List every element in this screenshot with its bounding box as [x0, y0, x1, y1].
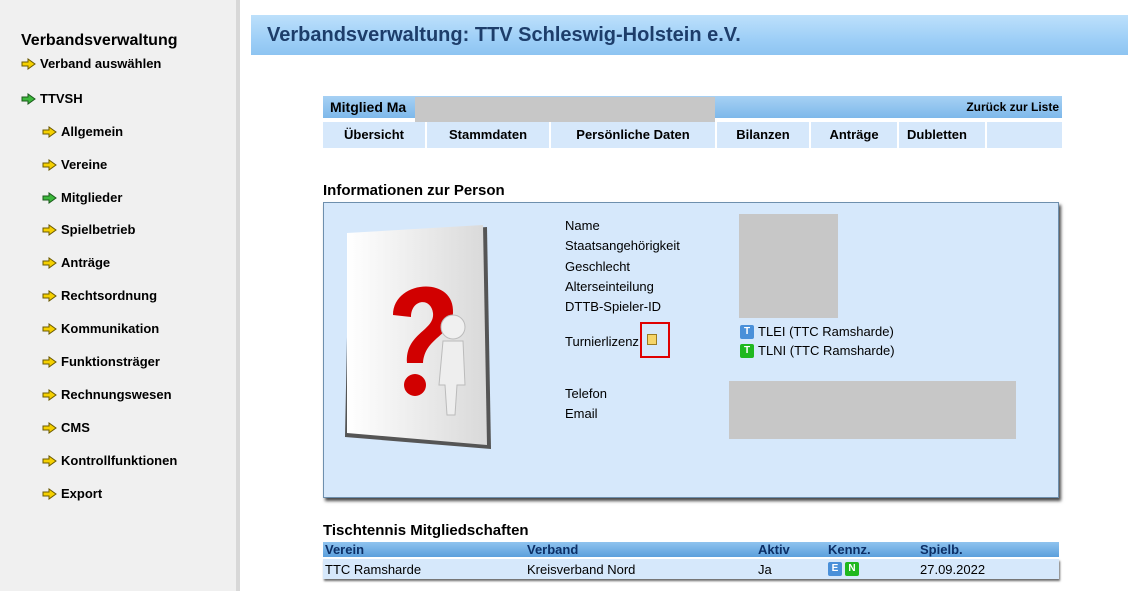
- tab-bilanzen[interactable]: Bilanzen: [717, 122, 811, 148]
- sidebar-item-allgemein[interactable]: Allgemein: [42, 124, 123, 139]
- sidebar: Verbandsverwaltung Verband auswählen TTV…: [0, 0, 240, 591]
- arrow-right-icon: [42, 256, 57, 269]
- tab-stammdaten[interactable]: Stammdaten: [427, 122, 551, 148]
- sidebar-title: Verbandsverwaltung: [21, 32, 178, 49]
- kennz-n-icon: N: [845, 562, 859, 576]
- sidebar-item-label: Funktionsträger: [61, 354, 160, 369]
- arrow-right-icon: [21, 57, 36, 70]
- license-badge-icon: T: [740, 324, 754, 339]
- license-entry: T TLEI (TTC Ramsharde): [740, 324, 894, 339]
- cell-spielb: 27.09.2022: [920, 562, 986, 577]
- memberships-section-title: Tischtennis Mitgliedschaften: [323, 522, 529, 539]
- column-header-kennz[interactable]: Kennz.: [828, 542, 871, 557]
- sidebar-item-ttvsh[interactable]: TTVSH: [21, 91, 83, 106]
- tab-dubletten[interactable]: Dubletten: [899, 122, 987, 148]
- label-name: Name: [565, 218, 600, 233]
- placeholder-person-question-icon: [345, 225, 491, 449]
- sidebar-item-export[interactable]: Export: [42, 486, 102, 501]
- sidebar-item-cms[interactable]: CMS: [42, 420, 90, 435]
- cell-kennz: E N: [828, 562, 863, 576]
- sidebar-item-label: Kontrollfunktionen: [61, 453, 178, 468]
- sidebar-item-label: TTVSH: [40, 91, 83, 106]
- sidebar-item-kommunikation[interactable]: Kommunikation: [42, 321, 159, 336]
- kennz-e-icon: E: [828, 562, 842, 576]
- label-player-id: DTTB-Spieler-ID: [565, 299, 662, 314]
- license-entry: T TLNI (TTC Ramsharde): [740, 343, 895, 358]
- sidebar-item-label: Vereine: [61, 157, 108, 172]
- member-tabs: Übersicht Stammdaten Persönliche Daten B…: [323, 122, 1062, 148]
- sidebar-item-rechnungswesen[interactable]: Rechnungswesen: [42, 387, 172, 402]
- label-citizenship: Staatsangehörigkeit: [565, 238, 680, 253]
- cell-aktiv: Ja: [758, 562, 772, 577]
- sidebar-item-label: Verband auswählen: [40, 56, 162, 71]
- arrow-right-icon: [42, 223, 57, 236]
- arrow-right-icon: [42, 355, 57, 368]
- license-text: TLEI (TTC Ramsharde): [758, 324, 894, 339]
- arrow-right-icon: [42, 388, 57, 401]
- tab-uebersicht[interactable]: Übersicht: [323, 122, 427, 148]
- sidebar-item-spielbetrieb[interactable]: Spielbetrieb: [42, 222, 135, 237]
- cell-verband: Kreisverband Nord: [527, 562, 636, 577]
- page-title: Verbandsverwaltung: TTV Schleswig-Holste…: [267, 24, 741, 46]
- cell-verein: TTC Ramsharde: [325, 562, 422, 577]
- sidebar-item-verband-auswaehlen[interactable]: Verband auswählen: [21, 56, 161, 71]
- redacted-member-name: [415, 97, 715, 124]
- sidebar-item-label: Allgemein: [61, 124, 124, 139]
- label-age-class: Alterseinteilung: [565, 279, 654, 294]
- arrow-right-icon: [42, 322, 57, 335]
- sidebar-item-label: Mitglieder: [61, 190, 123, 205]
- page-header: Verbandsverwaltung: TTV Schleswig-Holste…: [251, 15, 1128, 55]
- table-row: TTC Ramsharde Kreisverband Nord Ja E N 2…: [323, 559, 1059, 579]
- sidebar-item-label: Anträge: [61, 255, 111, 270]
- member-title: Mitglied Ma: [330, 99, 407, 115]
- arrow-right-icon: [42, 191, 57, 204]
- arrow-right-icon: [42, 289, 57, 302]
- redacted-personal-data: [739, 214, 838, 318]
- back-to-list-link[interactable]: Zurück zur Liste: [966, 100, 1059, 114]
- sidebar-item-label: Rechtsordnung: [61, 288, 158, 303]
- info-section-title: Informationen zur Person: [323, 182, 505, 199]
- arrow-right-icon: [42, 125, 57, 138]
- sidebar-item-mitglieder[interactable]: Mitglieder: [42, 190, 122, 205]
- table-header: Verein Verband Aktiv Kennz. Spielb.: [323, 542, 1059, 557]
- sidebar-item-label: CMS: [61, 420, 90, 435]
- label-email: Email: [565, 406, 598, 421]
- arrow-right-icon: [42, 487, 57, 500]
- arrow-right-icon: [42, 421, 57, 434]
- sidebar-item-label: Spielbetrieb: [61, 222, 136, 237]
- license-text: TLNI (TTC Ramsharde): [758, 343, 895, 358]
- sidebar-item-label: Export: [61, 486, 103, 501]
- sidebar-item-vereine[interactable]: Vereine: [42, 157, 107, 172]
- arrow-right-icon: [42, 454, 57, 467]
- sidebar-item-kontrollfunktionen[interactable]: Kontrollfunktionen: [42, 453, 177, 468]
- column-header-spielb[interactable]: Spielb.: [920, 542, 963, 557]
- sidebar-item-label: Kommunikation: [61, 321, 160, 336]
- arrow-right-icon: [42, 158, 57, 171]
- highlight-box: [640, 322, 670, 358]
- sidebar-item-funktionstraeger[interactable]: Funktionsträger: [42, 354, 160, 369]
- sidebar-item-label: Rechnungswesen: [61, 387, 172, 402]
- label-tournament-license: Turnierlizenz: [565, 334, 639, 349]
- column-header-verband[interactable]: Verband: [527, 542, 578, 557]
- redacted-contact-data: [729, 381, 1016, 439]
- sidebar-item-antraege[interactable]: Anträge: [42, 255, 110, 270]
- tab-antraege[interactable]: Anträge: [811, 122, 899, 148]
- column-header-verein[interactable]: Verein: [325, 542, 364, 557]
- license-badge-icon: T: [740, 343, 754, 358]
- label-gender: Geschlecht: [565, 259, 631, 274]
- tab-persoenliche-daten[interactable]: Persönliche Daten: [551, 122, 717, 148]
- arrow-right-icon: [21, 92, 36, 105]
- column-header-aktiv[interactable]: Aktiv: [758, 542, 790, 557]
- sidebar-item-rechtsordnung[interactable]: Rechtsordnung: [42, 288, 157, 303]
- label-phone: Telefon: [565, 386, 607, 401]
